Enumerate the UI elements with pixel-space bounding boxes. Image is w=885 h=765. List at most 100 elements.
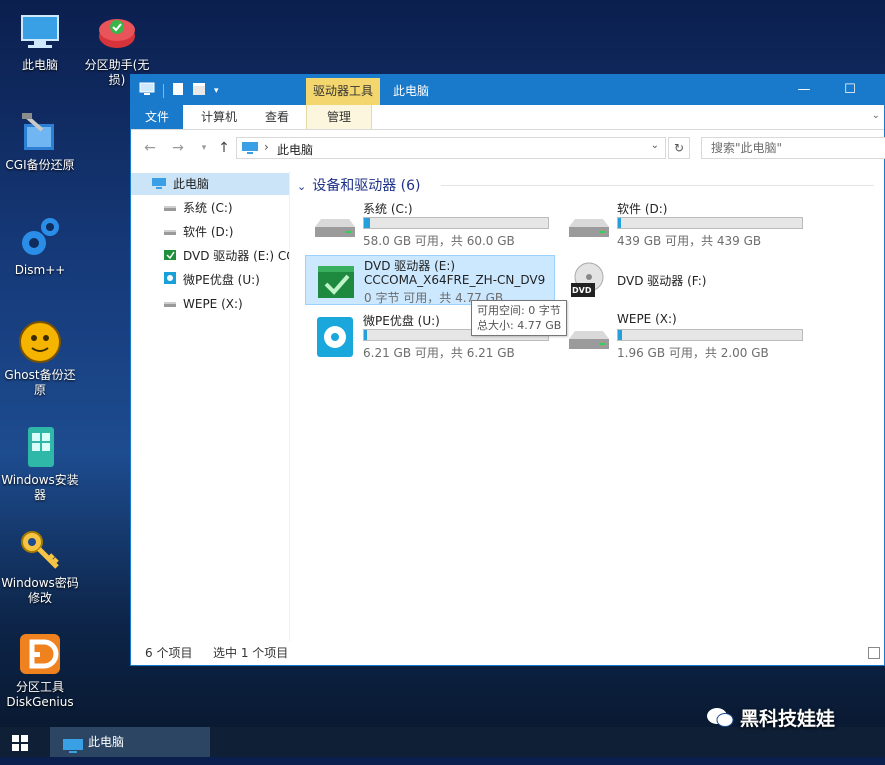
desktop-icon-label: Windows密码修改 (1, 576, 79, 605)
nav-item-label: 此电脑 (173, 177, 210, 191)
tooltip-total-size: 总大小: 4.77 GB (477, 319, 562, 332)
hard-drive-icon (163, 294, 177, 316)
nav-item-label: 系统 (C:) (183, 201, 233, 215)
ribbon-tabs: 文件 计算机 查看 管理 ⌄ (131, 105, 884, 130)
partition-assistant-icon (95, 10, 139, 54)
selection-count: 选中 1 个项目 (213, 646, 289, 660)
search-input[interactable]: 搜索"此电脑" (701, 137, 885, 159)
maximize-button[interactable]: ☐ (827, 75, 873, 105)
tooltip-free-space: 可用空间: 0 字节 (477, 304, 561, 317)
group-header-label: 设备和驱动器 (6) (312, 178, 421, 194)
desktop-icon-cgi-backup[interactable]: CGI备份还原 (0, 110, 80, 173)
up-icon[interactable]: ↑ (215, 139, 233, 157)
drive-usage-bar (363, 217, 549, 229)
window-title: 此电脑 (393, 84, 430, 98)
wechat-icon (706, 706, 734, 733)
desktop-icon-diskgenius[interactable]: 分区工具DiskGenius (0, 632, 80, 710)
windows-installer-icon (18, 425, 62, 469)
drive-name: 软件 (D:) (617, 202, 668, 216)
drive-tile-dvd-f[interactable]: DVD DVD 驱动器 (F:) (559, 255, 809, 305)
drive-space-info: 439 GB 可用，共 439 GB (617, 234, 762, 248)
this-pc-icon (151, 174, 167, 196)
drive-tile-dvd-e[interactable]: DVD 驱动器 (E:) CCCOMA_X64FRE_ZH-CN_DV9 0 字… (305, 255, 555, 305)
nav-item-drive-x[interactable]: WEPE (X:) (131, 293, 289, 315)
cgi-backup-icon (18, 110, 62, 154)
desktop-icon-dism[interactable]: Dism++ (0, 215, 80, 278)
breadcrumb[interactable]: 此电脑 (277, 141, 313, 158)
group-header[interactable]: ⌄ 设备和驱动器 (6) (297, 175, 421, 195)
hard-drive-icon (565, 205, 613, 245)
drive-name: 微PE优盘 (U:) (363, 314, 440, 328)
desktop-icon-password[interactable]: Windows密码修改 (0, 528, 80, 606)
properties-icon[interactable] (172, 82, 184, 99)
drive-space-info: 58.0 GB 可用，共 60.0 GB (363, 234, 515, 248)
volume-label: CCCOMA_X64FRE_ZH-CN_DV9 (364, 273, 546, 287)
drive-space-info: 6.21 GB 可用，共 6.21 GB (363, 346, 515, 360)
group-divider (441, 185, 874, 186)
back-icon[interactable]: ← (141, 139, 159, 157)
address-bar[interactable]: › 此电脑 ⌄ (236, 137, 666, 159)
dism-icon (18, 215, 62, 259)
ghost-icon (18, 320, 62, 364)
details-view-icon[interactable] (868, 647, 880, 659)
minimize-button[interactable]: — (781, 75, 827, 105)
key-icon (18, 528, 62, 572)
taskbar-app-this-pc[interactable]: 此电脑 (50, 727, 210, 757)
hard-drive-icon (565, 317, 613, 357)
tab-computer[interactable]: 计算机 (187, 105, 251, 129)
nav-item-this-pc[interactable]: 此电脑 (131, 173, 289, 195)
nav-item-label: WEPE (X:) (183, 297, 243, 311)
nav-item-dvd-e[interactable]: DVD 驱动器 (E:) CC (131, 245, 289, 267)
drive-tile-c[interactable]: 系统 (C:) 58.0 GB 可用，共 60.0 GB (305, 199, 555, 249)
this-pc-icon (241, 141, 259, 158)
drive-space-info: 1.96 GB 可用，共 2.00 GB (617, 346, 769, 360)
desktop-icon-windows-installer[interactable]: Windows安装器 (0, 425, 80, 503)
drive-tile-x[interactable]: WEPE (X:) 1.96 GB 可用，共 2.00 GB (559, 311, 809, 361)
desktop-icon-this-pc[interactable]: 此电脑 (0, 10, 80, 73)
navigation-pane: 此电脑 系统 (C:) 软件 (D:) DVD 驱动器 (E:) CC 微PE优… (131, 171, 290, 641)
nav-item-label: 微PE优盘 (U:) (183, 273, 260, 287)
refresh-button[interactable]: ↻ (668, 137, 690, 159)
windows-logo-icon (12, 735, 28, 751)
item-count: 6 个项目 (145, 646, 193, 660)
context-tab-drive-tools: 驱动器工具 (306, 78, 381, 105)
forward-icon[interactable]: → (169, 139, 187, 157)
new-folder-icon[interactable] (192, 82, 206, 99)
address-row: ← → ▾ ↑ › 此电脑 ⌄ ↻ 搜索"此电脑" (131, 133, 885, 163)
nav-item-drive-d[interactable]: 软件 (D:) (131, 221, 289, 243)
this-pc-icon (18, 10, 62, 54)
status-bar: 6 个项目 选中 1 个项目 (131, 641, 884, 665)
watermark-text: 黑科技娃娃 (740, 708, 836, 730)
nav-item-label: DVD 驱动器 (E:) CC (183, 249, 289, 263)
desktop-icon-label: Ghost备份还原 (4, 368, 76, 397)
chevron-down-icon: ⌄ (297, 180, 307, 193)
quick-access-toolbar: ▾ (139, 82, 219, 99)
breadcrumb-separator-icon: › (264, 140, 269, 154)
chevron-down-icon[interactable]: ⌄ (651, 140, 659, 151)
nav-item-label: 软件 (D:) (183, 225, 234, 239)
this-pc-icon (139, 82, 155, 99)
drive-tooltip: 可用空间: 0 字节 总大小: 4.77 GB (471, 300, 568, 336)
nav-item-drive-u[interactable]: 微PE优盘 (U:) (131, 269, 289, 291)
explorer-window: ▾ 驱动器工具 此电脑 — ☐ 文件 计算机 查看 管理 ⌄ ← → ▾ ↑ ›… (130, 74, 885, 666)
usb-drive-icon (163, 270, 177, 292)
drive-name: DVD 驱动器 (E:) (364, 259, 456, 273)
drive-tile-d[interactable]: 软件 (D:) 439 GB 可用，共 439 GB (559, 199, 809, 249)
hard-drive-icon (163, 222, 177, 244)
desktop-icon-label: CGI备份还原 (5, 158, 75, 172)
hard-drive-icon (311, 205, 359, 245)
separator (163, 83, 164, 98)
desktop-icon-ghost[interactable]: Ghost备份还原 (0, 320, 80, 398)
dvd-drive-icon (312, 262, 360, 302)
chevron-down-icon[interactable]: ▾ (214, 86, 219, 96)
tab-file[interactable]: 文件 (131, 105, 184, 129)
ribbon-expand-icon[interactable]: ⌄ (872, 110, 880, 121)
desktop-icon-label: 此电脑 (21, 58, 58, 72)
desktop-icon-label: 分区工具DiskGenius (6, 680, 74, 709)
drive-name: DVD 驱动器 (F:) (617, 274, 707, 288)
tab-view[interactable]: 查看 (251, 105, 303, 129)
recent-chevron-icon[interactable]: ▾ (195, 139, 213, 157)
start-button[interactable] (12, 735, 28, 754)
tab-manage[interactable]: 管理 (306, 105, 372, 129)
nav-item-drive-c[interactable]: 系统 (C:) (131, 197, 289, 219)
